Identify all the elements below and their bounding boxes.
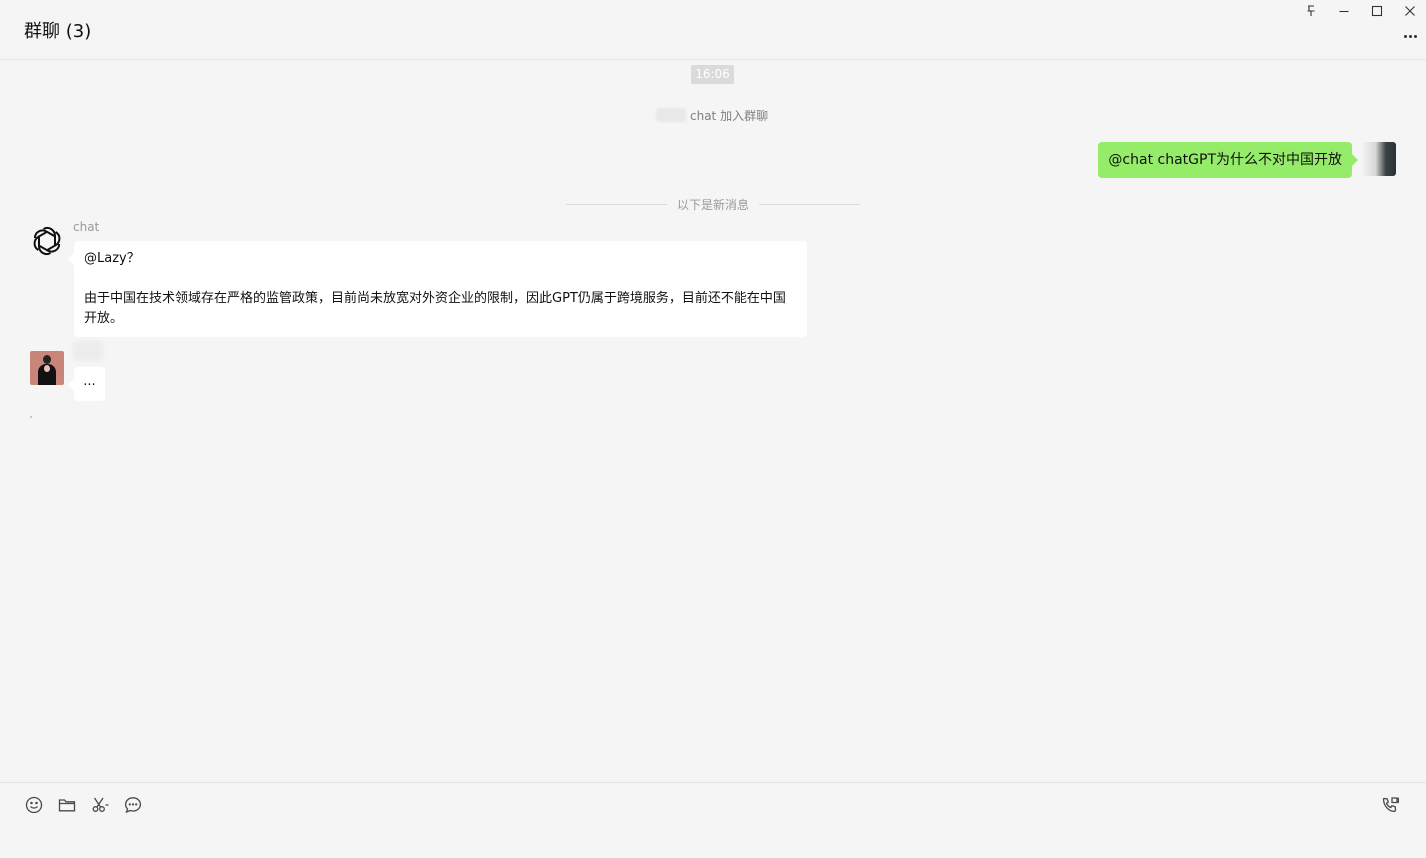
- voice-video-call-icon[interactable]: [1380, 795, 1400, 815]
- outgoing-message-bubble[interactable]: @chat chatGPT为什么不对中国开放: [1098, 142, 1358, 178]
- system-join-notice: chat 加入群聊: [656, 107, 768, 123]
- reply-mention: @Lazy？: [84, 251, 140, 266]
- chat-title: 群聊 (3): [24, 21, 92, 42]
- input-toolbar: [24, 795, 143, 815]
- dot-mark: [30, 416, 32, 418]
- minimize-icon[interactable]: [1327, 0, 1360, 22]
- divider-label: 以下是新消息: [677, 197, 750, 212]
- maximize-icon[interactable]: [1360, 0, 1393, 22]
- blurred-name: [656, 108, 686, 122]
- more-icon[interactable]: [1400, 28, 1420, 44]
- window-controls: [1294, 0, 1426, 22]
- scissors-icon[interactable]: [90, 795, 110, 815]
- message-list[interactable]: 16:06 chat 加入群聊 @chat chatGPT为什么不对中国开放 以…: [0, 61, 1426, 782]
- chat-history-icon[interactable]: [123, 795, 143, 815]
- chat-header: 群聊 (3): [0, 0, 1426, 60]
- input-area[interactable]: [0, 782, 1426, 858]
- reply-body: 由于中国在技术领域存在严格的监管政策，目前尚未放宽对外资企业的限制，因此GPT仍…: [84, 291, 786, 326]
- close-icon[interactable]: [1393, 0, 1426, 22]
- typing-message-bubble[interactable]: ...: [68, 367, 105, 401]
- emoji-icon[interactable]: [24, 795, 44, 815]
- message-timestamp: 16:06: [691, 65, 734, 84]
- user-avatar[interactable]: [30, 351, 64, 385]
- openai-logo-icon[interactable]: [30, 224, 64, 258]
- divider-line: [566, 203, 667, 205]
- my-avatar[interactable]: [1362, 142, 1396, 176]
- incoming-message-bubble[interactable]: @Lazy？ 由于中国在技术领域存在严格的监管政策，目前尚未放宽对外资企业的限制…: [68, 241, 807, 337]
- sender-name: chat: [73, 220, 100, 234]
- blurred-sender-name: [73, 341, 103, 361]
- divider-line: [759, 203, 861, 205]
- pin-icon[interactable]: [1294, 0, 1327, 22]
- new-messages-divider: 以下是新消息: [566, 196, 861, 212]
- folder-icon[interactable]: [57, 795, 77, 815]
- system-join-text: chat 加入群聊: [690, 108, 769, 123]
